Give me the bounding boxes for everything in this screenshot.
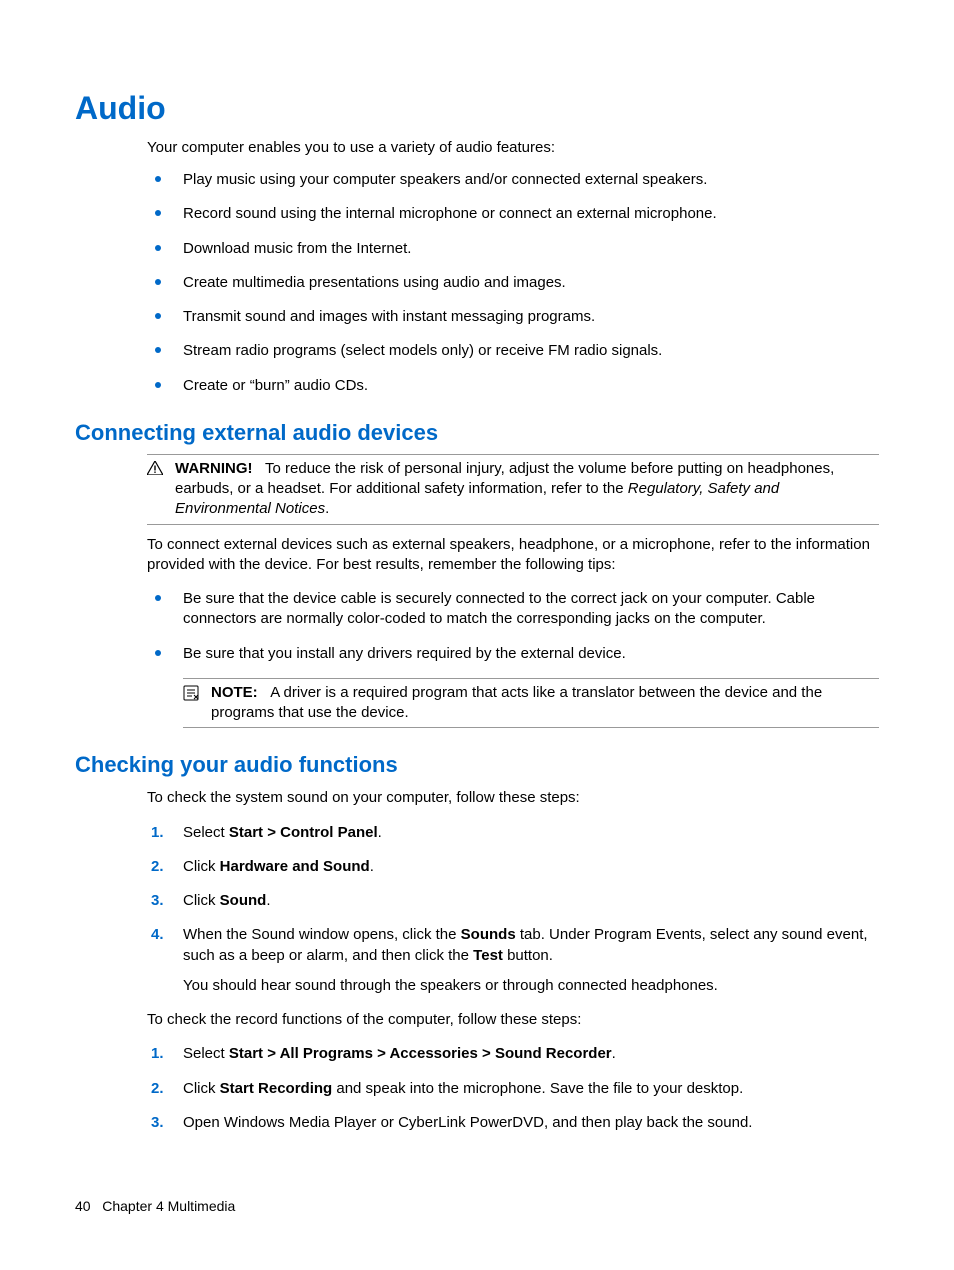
step-bold: Start > Control Panel (229, 824, 378, 841)
warning-icon (147, 459, 175, 520)
step-text: and speak into the microphone. Save the … (332, 1080, 743, 1097)
connect-intro: To connect external devices such as exte… (147, 535, 879, 576)
warning-text-after: . (325, 500, 329, 517)
check-steps-list-2: Select Start > All Programs > Accessorie… (147, 1044, 879, 1133)
list-item: Be sure that you install any drivers req… (147, 644, 879, 664)
step-bold: Hardware and Sound (220, 858, 370, 875)
list-item: Record sound using the internal micropho… (147, 204, 879, 224)
list-item: Select Start > Control Panel. (147, 823, 879, 843)
list-item: Select Start > All Programs > Accessorie… (147, 1044, 879, 1064)
step-bold: Test (473, 947, 503, 964)
check-intro: To check the system sound on your comput… (147, 788, 879, 808)
check-steps-list-1: Select Start > Control Panel. Click Hard… (147, 823, 879, 997)
note-icon (183, 683, 211, 724)
heading-audio: Audio (75, 90, 879, 127)
page-footer: 40 Chapter 4 Multimedia (75, 1198, 235, 1214)
heading-connecting: Connecting external audio devices (75, 420, 879, 446)
warning-body: WARNING! To reduce the risk of personal … (175, 459, 879, 520)
step-text: Click (183, 858, 220, 875)
step-text: Select (183, 1045, 229, 1062)
list-item: Create or “burn” audio CDs. (147, 376, 879, 396)
page-number: 40 (75, 1198, 91, 1214)
step-text: button. (503, 947, 553, 964)
list-item: Click Start Recording and speak into the… (147, 1079, 879, 1099)
list-item: Open Windows Media Player or CyberLink P… (147, 1113, 879, 1133)
heading-checking: Checking your audio functions (75, 752, 879, 778)
intro-paragraph: Your computer enables you to use a varie… (147, 139, 879, 156)
step-text: Click (183, 1080, 220, 1097)
document-page: Audio Your computer enables you to use a… (0, 0, 954, 1270)
step-text: . (378, 824, 382, 841)
step-text: . (612, 1045, 616, 1062)
list-item: When the Sound window opens, click the S… (147, 925, 879, 996)
step-text: When the Sound window opens, click the (183, 926, 461, 943)
list-item: Stream radio programs (select models onl… (147, 341, 879, 361)
note-label: NOTE: (211, 684, 258, 701)
list-item: Play music using your computer speakers … (147, 170, 879, 190)
list-item: Transmit sound and images with instant m… (147, 307, 879, 327)
step-sub-paragraph: You should hear sound through the speake… (183, 976, 879, 996)
chapter-label: Chapter 4 Multimedia (102, 1198, 235, 1214)
step-bold: Sounds (461, 926, 516, 943)
step-bold: Start > All Programs > Accessories > Sou… (229, 1045, 612, 1062)
list-item: Create multimedia presentations using au… (147, 273, 879, 293)
warning-label: WARNING! (175, 460, 253, 477)
note-text: A driver is a required program that acts… (211, 684, 822, 721)
step-text: . (370, 858, 374, 875)
step-bold: Sound (220, 892, 267, 909)
step-bold: Start Recording (220, 1080, 333, 1097)
list-item: Be sure that the device cable is securel… (147, 589, 879, 630)
check-record-intro: To check the record functions of the com… (147, 1010, 879, 1030)
step-text: Select (183, 824, 229, 841)
features-list: Play music using your computer speakers … (147, 170, 879, 396)
note-callout: NOTE: A driver is a required program tha… (183, 678, 879, 729)
note-body: NOTE: A driver is a required program tha… (211, 683, 879, 724)
list-item: Download music from the Internet. (147, 239, 879, 259)
list-item: Click Sound. (147, 891, 879, 911)
warning-callout: WARNING! To reduce the risk of personal … (147, 454, 879, 525)
step-text: . (266, 892, 270, 909)
connect-tips-list: Be sure that the device cable is securel… (147, 589, 879, 664)
list-item: Click Hardware and Sound. (147, 857, 879, 877)
step-text: Click (183, 892, 220, 909)
